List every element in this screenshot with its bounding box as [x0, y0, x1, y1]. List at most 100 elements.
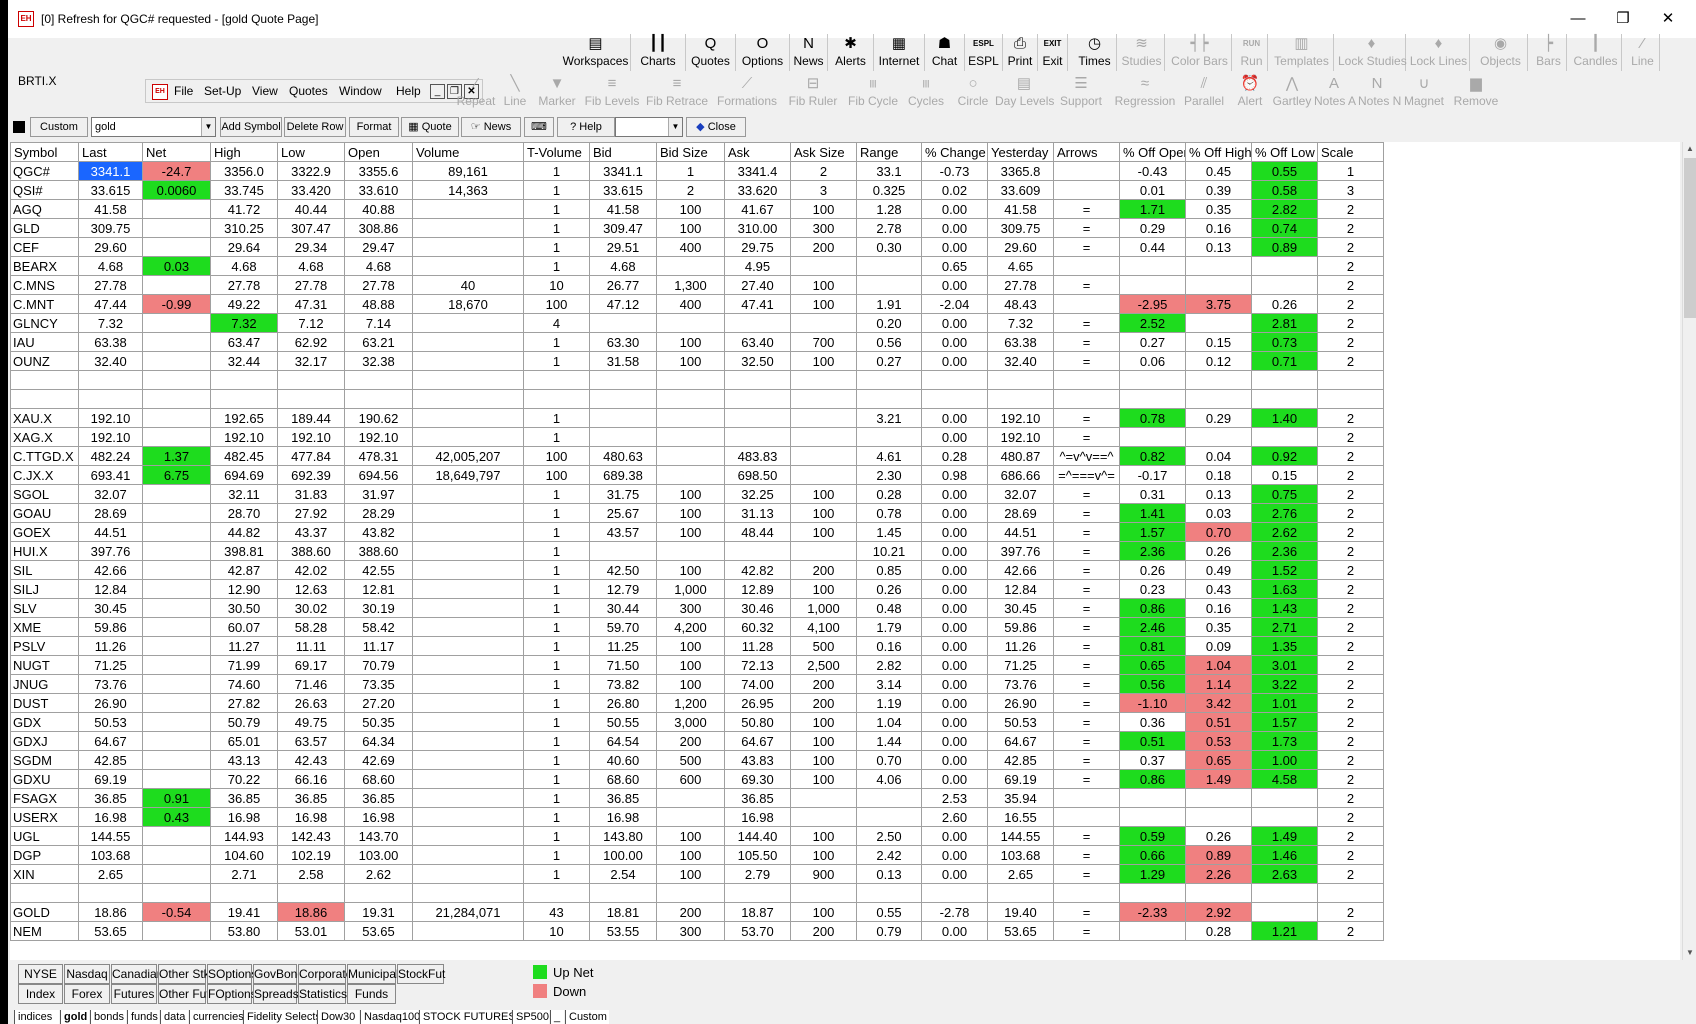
cell-volume[interactable] [412, 617, 524, 637]
cell-scale[interactable]: 2 [1317, 465, 1384, 485]
cell-high[interactable]: 29.64 [210, 237, 278, 257]
cell-change[interactable]: 0.00 [921, 921, 988, 941]
cell-yesterday[interactable]: 30.45 [987, 598, 1054, 618]
cell-off-open[interactable]: -2.95 [1119, 294, 1186, 314]
cell-off-high[interactable]: 0.15 [1185, 332, 1252, 352]
cell-off-low[interactable]: 1.40 [1251, 408, 1318, 428]
cell-low[interactable]: 189.44 [277, 408, 345, 428]
alerts-button[interactable]: ✱ Alerts [828, 34, 874, 71]
minimize-button[interactable]: — [1558, 6, 1598, 32]
cell-high[interactable] [210, 389, 278, 409]
cell-scale[interactable]: 2 [1317, 921, 1384, 941]
cell-bid[interactable]: 26.77 [589, 275, 657, 295]
cell-scale[interactable]: 2 [1317, 826, 1384, 846]
cell-last[interactable]: 63.38 [78, 332, 143, 352]
cell-last[interactable]: 28.69 [78, 503, 143, 523]
cell-change[interactable]: 0.65 [921, 256, 988, 276]
cell-high[interactable]: 30.50 [210, 598, 278, 618]
cell-change[interactable]: 0.00 [921, 693, 988, 713]
cell-bid[interactable]: 3341.1 [589, 161, 657, 181]
cell-net[interactable] [142, 636, 211, 656]
cell-arrows[interactable]: = [1053, 522, 1120, 542]
cell-high[interactable] [210, 370, 278, 390]
table-row[interactable]: BEARX 4.68 0.03 4.68 4.68 4.68 1 4.68 4.95 0.65 4.… [10, 256, 1384, 276]
cell-high[interactable]: 71.99 [210, 655, 278, 675]
cell-off-open[interactable] [1119, 370, 1186, 390]
symbol-cell[interactable]: GLD [10, 218, 79, 238]
cell-arrows[interactable]: = [1053, 750, 1120, 770]
cell-low[interactable]: 42.43 [277, 750, 345, 770]
cell-arrows[interactable] [1053, 883, 1120, 903]
cell-t-volume[interactable] [523, 389, 590, 409]
cell-net[interactable] [142, 408, 211, 428]
cell-high[interactable]: 63.47 [210, 332, 278, 352]
cell-scale[interactable]: 2 [1317, 256, 1384, 276]
cell-bid-size[interactable]: 100 [656, 864, 725, 884]
cell-scale[interactable]: 2 [1317, 408, 1384, 428]
cell-volume[interactable] [412, 788, 524, 808]
cell-ask-size[interactable] [790, 446, 857, 466]
sheet-tab-bonds[interactable]: bonds [90, 1010, 126, 1024]
cell-net[interactable]: 0.03 [142, 256, 211, 276]
column-header-net[interactable]: Net [142, 142, 211, 162]
cell-off-high[interactable]: 0.12 [1185, 351, 1252, 371]
cell-bid-size[interactable] [656, 807, 725, 827]
cell-open[interactable]: 308.86 [344, 218, 413, 238]
cell-range[interactable]: 0.70 [856, 750, 922, 770]
cell-t-volume[interactable]: 1 [523, 332, 590, 352]
cell-t-volume[interactable]: 1 [523, 845, 590, 865]
table-row[interactable]: GDXJ 64.67 65.01 63.57 64.34 1 64.54 200 64.67 10… [10, 731, 1384, 751]
cell-change[interactable]: -2.78 [921, 902, 988, 922]
cell-off-high[interactable]: 3.42 [1185, 693, 1252, 713]
cell-off-high[interactable]: 0.70 [1185, 522, 1252, 542]
column-header-off-low[interactable]: % Off Low [1251, 142, 1318, 162]
symbol-cell[interactable] [10, 370, 79, 390]
cell-ask[interactable]: 48.44 [724, 522, 791, 542]
cell-off-low[interactable]: 1.57 [1251, 712, 1318, 732]
cell-range[interactable]: 1.91 [856, 294, 922, 314]
cell-off-open[interactable]: 0.86 [1119, 769, 1186, 789]
cell-bid-size[interactable] [656, 389, 725, 409]
cell-bid-size[interactable] [656, 256, 725, 276]
cell-low[interactable]: 30.02 [277, 598, 345, 618]
cell-volume[interactable]: 18,670 [412, 294, 524, 314]
fib-cycle-button[interactable]: ||| Fib Cycle [846, 74, 900, 111]
cell-range[interactable] [856, 256, 922, 276]
cell-yesterday[interactable]: 28.69 [987, 503, 1054, 523]
symbol-cell[interactable]: GDXJ [10, 731, 79, 751]
cell-ask-size[interactable] [790, 788, 857, 808]
cell-yesterday[interactable]: 59.86 [987, 617, 1054, 637]
cell-arrows[interactable]: = [1053, 408, 1120, 428]
cell-off-open[interactable]: 0.36 [1119, 712, 1186, 732]
cell-range[interactable]: 4.06 [856, 769, 922, 789]
cell-low[interactable]: 36.85 [277, 788, 345, 808]
cell-off-high[interactable]: 0.35 [1185, 617, 1252, 637]
cell-open[interactable]: 11.17 [344, 636, 413, 656]
cell-off-high[interactable]: 0.65 [1185, 750, 1252, 770]
cell-yesterday[interactable]: 2.65 [987, 864, 1054, 884]
cell-t-volume[interactable]: 1 [523, 807, 590, 827]
cell-arrows[interactable]: ^=v^v==^ [1053, 446, 1120, 466]
cell-yesterday[interactable]: 48.43 [987, 294, 1054, 314]
cell-volume[interactable] [412, 484, 524, 504]
cell-range[interactable]: 1.04 [856, 712, 922, 732]
close-page-button[interactable]: ◆ Close [686, 117, 746, 137]
cell-low[interactable]: 7.12 [277, 313, 345, 333]
cell-range[interactable]: 0.48 [856, 598, 922, 618]
cell-ask-size[interactable] [790, 256, 857, 276]
cell-off-high[interactable]: 0.45 [1185, 161, 1252, 181]
cell-range[interactable]: 0.78 [856, 503, 922, 523]
cell-yesterday[interactable]: 41.58 [987, 199, 1054, 219]
cell-t-volume[interactable] [523, 883, 590, 903]
cell-off-low[interactable]: 2.63 [1251, 864, 1318, 884]
cell-range[interactable]: 2.82 [856, 655, 922, 675]
cell-high[interactable]: 32.11 [210, 484, 278, 504]
cell-bid-size[interactable]: 100 [656, 484, 725, 504]
cell-scale[interactable]: 2 [1317, 769, 1384, 789]
cell-ask-size[interactable]: 500 [790, 636, 857, 656]
cell-yesterday[interactable]: 103.68 [987, 845, 1054, 865]
lock-studies-button[interactable]: ♦ Lock Studies [1338, 34, 1407, 71]
cell-low[interactable]: 43.37 [277, 522, 345, 542]
cell-low[interactable]: 307.47 [277, 218, 345, 238]
delete-row-button[interactable]: Delete Row [284, 117, 346, 137]
